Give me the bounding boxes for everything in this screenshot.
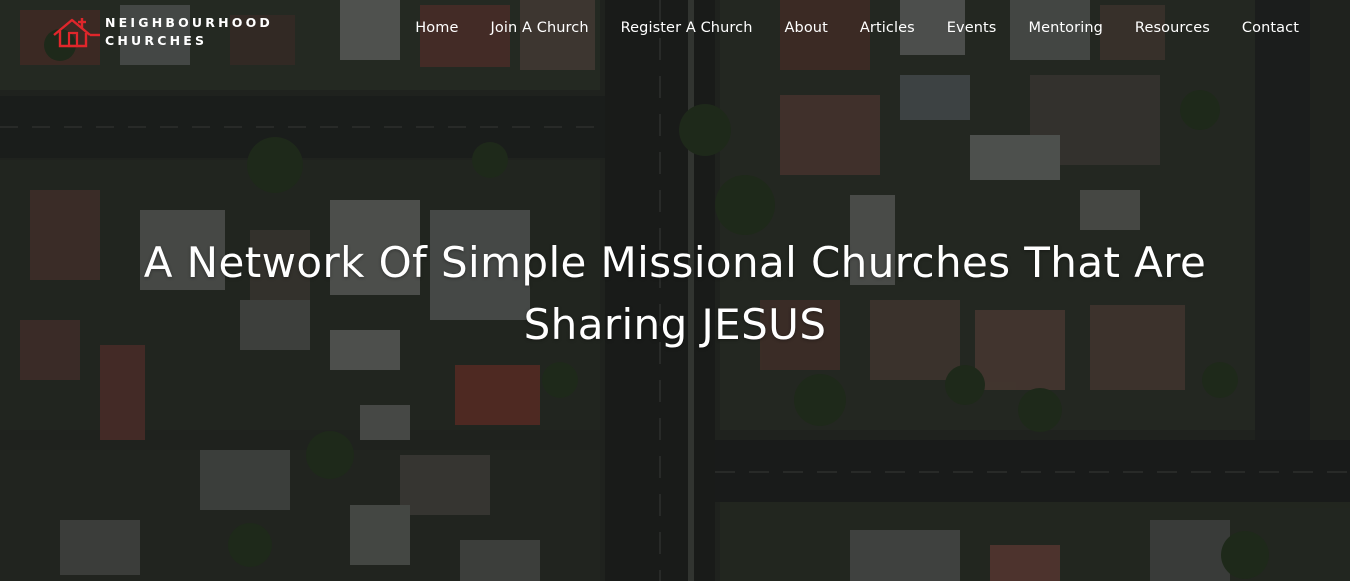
hero-section: NEIGHBOURHOOD CHURCHES Home Join A Churc…	[0, 0, 1350, 581]
site-header: NEIGHBOURHOOD CHURCHES Home Join A Churc…	[0, 0, 1350, 64]
nav-contact[interactable]: Contact	[1242, 20, 1299, 36]
nav-about[interactable]: About	[785, 20, 828, 36]
nav-join-a-church[interactable]: Join A Church	[491, 20, 589, 36]
nav-articles[interactable]: Articles	[860, 20, 915, 36]
nav-resources[interactable]: Resources	[1135, 20, 1210, 36]
nav-home[interactable]: Home	[415, 20, 458, 36]
hero-headline: A Network Of Simple Missional Churches T…	[143, 238, 1207, 349]
nav-events[interactable]: Events	[947, 20, 997, 36]
nav-register-a-church[interactable]: Register A Church	[621, 20, 753, 36]
nav-mentoring[interactable]: Mentoring	[1028, 20, 1102, 36]
brand-name: NEIGHBOURHOOD CHURCHES	[105, 14, 273, 50]
site-logo[interactable]: NEIGHBOURHOOD CHURCHES	[52, 14, 273, 50]
main-nav: Home Join A Church Register A Church Abo…	[415, 20, 1299, 36]
brand-line-1: NEIGHBOURHOOD	[105, 15, 273, 30]
brand-line-2: CHURCHES	[105, 33, 208, 48]
house-with-cross-icon	[53, 18, 100, 48]
